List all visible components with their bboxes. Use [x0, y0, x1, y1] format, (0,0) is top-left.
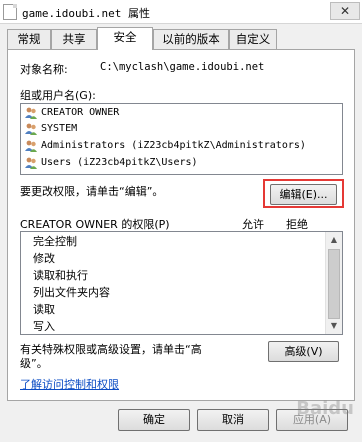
tab-sharing[interactable]: 共享	[51, 29, 97, 49]
users-group-icon	[25, 107, 37, 119]
window-title: game.idoubi.net 属性	[22, 7, 150, 20]
tab-security[interactable]: 安全	[97, 27, 153, 50]
user-name: SYSTEM	[41, 123, 78, 134]
user-name: CREATOR OWNER	[41, 107, 120, 118]
object-name-value: C:\myclash\game.idoubi.net	[100, 61, 265, 73]
tab-strip: 常规 共享 安全 以前的版本 自定义	[7, 27, 355, 50]
permission-item: 读取	[33, 303, 55, 316]
permission-item: 写入	[33, 320, 55, 333]
baidu-watermark: Baidu	[296, 398, 354, 419]
advanced-button[interactable]: 高级(V)	[268, 341, 339, 362]
tab-customize[interactable]: 自定义	[229, 29, 277, 49]
permission-item: 完全控制	[33, 235, 77, 248]
permissions-header: CREATOR OWNER 的权限(P)	[20, 218, 170, 231]
file-icon	[3, 4, 17, 20]
permission-item: 读取和执行	[33, 269, 88, 282]
scroll-thumb[interactable]	[328, 249, 340, 319]
advanced-hint-line2: 级”。	[20, 357, 48, 370]
close-button[interactable]: ✕	[330, 2, 360, 20]
properties-dialog: game.idoubi.net 属性 ✕ 常规 共享 安全 以前的版本 自定义 …	[0, 0, 362, 442]
users-group-icon	[25, 140, 37, 152]
scroll-up-icon[interactable]: ▲	[326, 232, 342, 248]
user-name: Users (iZ23cb4pitkZ\Users)	[41, 157, 198, 168]
tab-previous-versions[interactable]: 以前的版本	[153, 29, 229, 49]
cancel-button[interactable]: 取消	[197, 409, 269, 431]
users-group-icon	[25, 123, 37, 135]
object-name-label: 对象名称:	[20, 63, 68, 76]
group-label: 组或用户名(G):	[20, 89, 96, 102]
scroll-down-icon[interactable]: ▼	[326, 318, 342, 334]
users-listbox[interactable]: CREATOR OWNER SYSTEM Administrators (iZ2…	[20, 103, 343, 175]
user-name: Administrators (iZ23cb4pitkZ\Administrat…	[41, 140, 306, 151]
ok-button[interactable]: 确定	[118, 409, 190, 431]
permissions-scrollbar[interactable]: ▲ ▼	[325, 232, 342, 334]
title-bar: game.idoubi.net 属性 ✕	[0, 0, 362, 24]
permission-item: 修改	[33, 252, 55, 265]
security-panel: 对象名称: C:\myclash\game.idoubi.net 组或用户名(G…	[7, 49, 355, 401]
edit-button[interactable]: 编辑(E)...	[270, 184, 337, 205]
tab-general[interactable]: 常规	[7, 29, 51, 49]
allow-header: 允许	[242, 218, 264, 231]
permissions-listbox[interactable]: 完全控制 修改 读取和执行 列出文件夹内容 读取 写入 ▲ ▼	[20, 231, 343, 335]
deny-header: 拒绝	[286, 218, 308, 231]
users-group-icon	[25, 157, 37, 169]
permission-item: 列出文件夹内容	[33, 286, 110, 299]
change-permission-hint: 要更改权限，请单击“编辑”。	[20, 185, 164, 198]
learn-access-control-link[interactable]: 了解访问控制和权限	[20, 376, 119, 392]
